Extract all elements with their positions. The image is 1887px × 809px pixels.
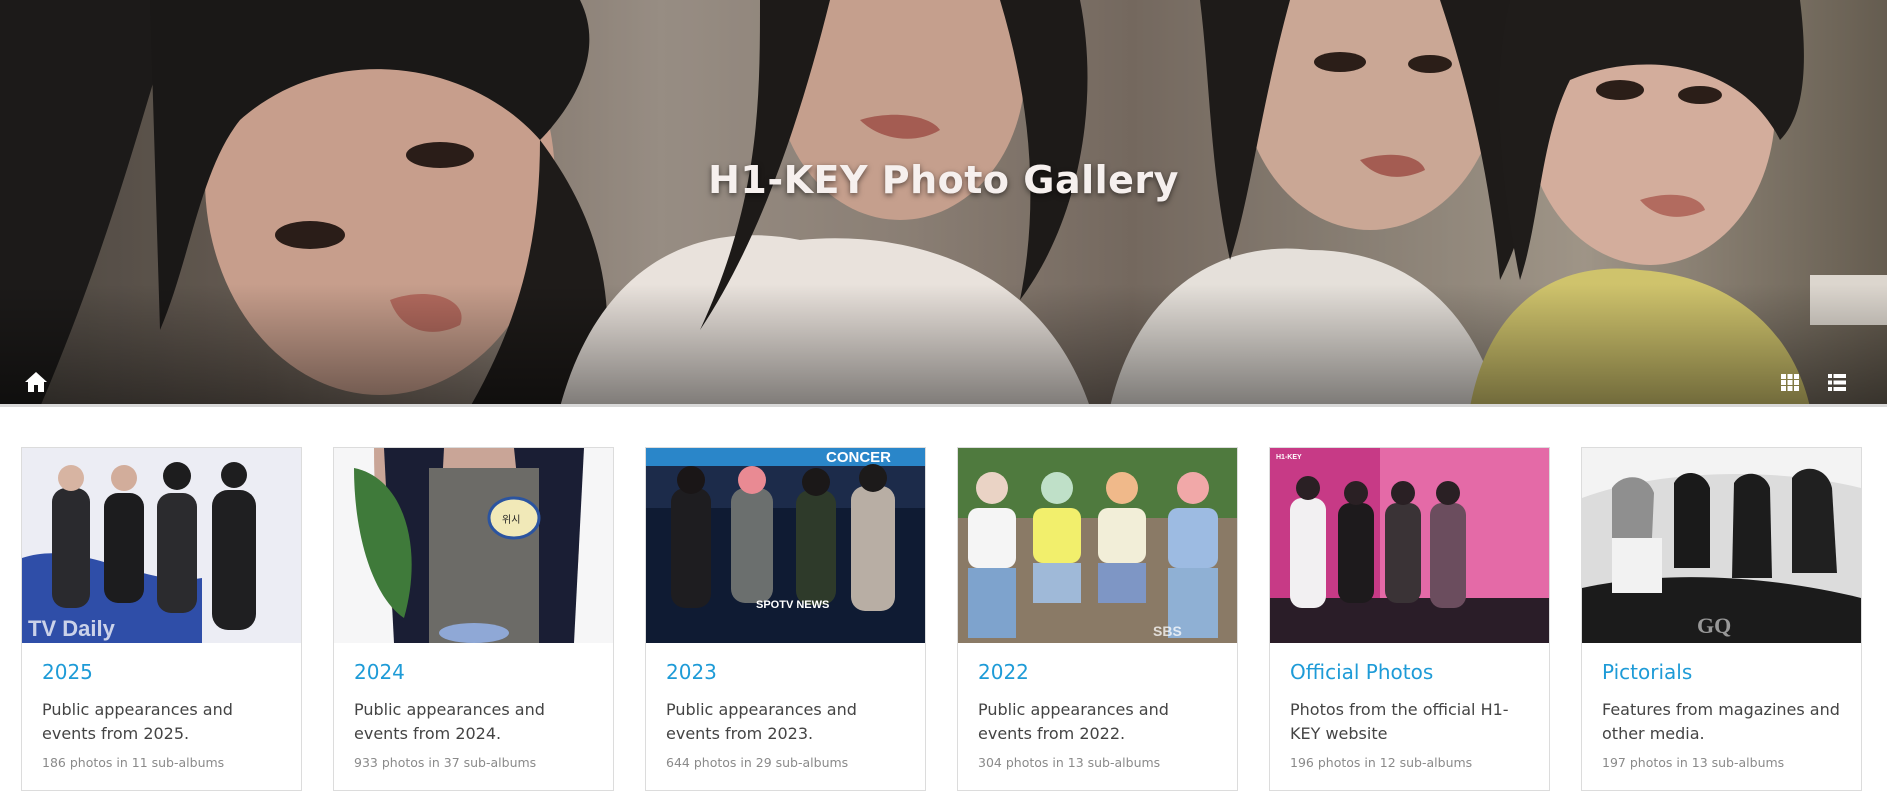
album-card-2022[interactable]: SBS 2022 Public appearances and events f… (957, 447, 1238, 791)
album-photo-count: 196 photos in 12 sub-albums (1290, 755, 1473, 770)
album-thumbnail[interactable]: GQ (1582, 448, 1861, 643)
hero-banner: H1-KEY Photo Gallery (0, 0, 1887, 407)
album-thumbnail[interactable]: CONCER SPOTV NEWS (646, 448, 925, 643)
home-icon (25, 372, 47, 392)
album-thumbnail[interactable]: TV Daily (22, 448, 301, 643)
svg-text:CONCER: CONCER (826, 449, 891, 466)
album-grid: TV Daily 2025 Public appearances and eve… (21, 447, 1866, 792)
album-photo-count: 304 photos in 13 sub-albums (978, 755, 1161, 770)
album-card-2025[interactable]: TV Daily 2025 Public appearances and eve… (21, 447, 302, 791)
album-title-link[interactable]: 2022 (978, 660, 1217, 684)
album-title-link[interactable]: 2024 (354, 660, 593, 684)
album-description: Public appearances and events from 2022. (978, 700, 1169, 743)
album-photo-count: 933 photos in 37 sub-albums (354, 755, 537, 770)
hero-shade (0, 284, 1887, 404)
thumbnail-watermark: GQ (1697, 613, 1731, 638)
page-title: H1-KEY Photo Gallery (708, 158, 1179, 202)
list-view-icon (1828, 374, 1846, 391)
album-description: Public appearances and events from 2023. (666, 700, 857, 743)
thumbnail-watermark: SBS (1153, 623, 1182, 639)
list-view-button[interactable] (1828, 374, 1846, 391)
thumbnail-watermark: H1-KEY (1276, 454, 1302, 461)
album-title-link[interactable]: 2023 (666, 660, 905, 684)
album-card-official-photos[interactable]: H1-KEY Official Photos Photos from the o… (1269, 447, 1550, 791)
album-description: Features from magazines and other media. (1602, 700, 1840, 743)
album-card-2024[interactable]: 위시 2024 Public appearances and events fr… (333, 447, 614, 791)
album-title-link[interactable]: Official Photos (1290, 660, 1529, 684)
album-title-link[interactable]: Pictorials (1602, 660, 1841, 684)
home-button[interactable] (24, 371, 48, 393)
svg-text:위시: 위시 (502, 513, 520, 526)
album-thumbnail[interactable]: SBS (958, 448, 1237, 643)
thumbnail-watermark: TV Daily (28, 616, 116, 641)
album-title-link[interactable]: 2025 (42, 660, 281, 684)
album-thumbnail[interactable]: H1-KEY (1270, 448, 1549, 643)
album-photo-count: 644 photos in 29 sub-albums (666, 755, 849, 770)
album-description: Public appearances and events from 2024. (354, 700, 545, 743)
album-photo-count: 197 photos in 13 sub-albums (1602, 755, 1785, 770)
grid-view-icon (1781, 374, 1799, 391)
album-card-pictorials[interactable]: GQ Pictorials Features from magazines an… (1581, 447, 1862, 791)
album-description: Public appearances and events from 2025. (42, 700, 233, 743)
album-thumbnail[interactable]: 위시 (334, 448, 613, 643)
album-photo-count: 186 photos in 11 sub-albums (42, 755, 225, 770)
thumbnail-watermark: SPOTV NEWS (756, 599, 829, 611)
album-description: Photos from the official H1-KEY website (1290, 700, 1509, 743)
album-card-2023[interactable]: CONCER SPOTV NEWS 2023 Public appearance… (645, 447, 926, 791)
grid-view-button[interactable] (1781, 374, 1799, 391)
